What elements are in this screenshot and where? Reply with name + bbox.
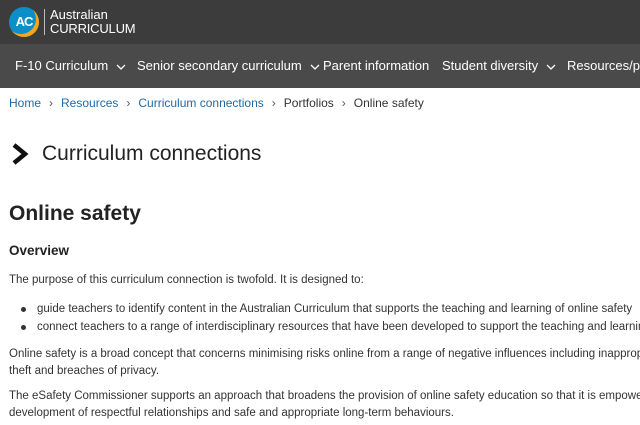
breadcrumb-portfolios: Portfolios [283,96,334,110]
chevron-down-icon [546,63,556,71]
chevron-down-icon [310,63,320,71]
ac-logo-icon[interactable]: AC [9,7,39,37]
nav-item-label: Senior secondary curriculum [137,58,302,73]
intro-paragraph: The purpose of this curriculum connectio… [9,274,364,286]
logo-wordmark-line2[interactable]: CURRICULUM [50,22,136,36]
list-item: guide teachers to identify content in th… [9,300,640,318]
breadcrumb-resources[interactable]: Resources [61,96,118,110]
breadcrumb-curriculum-connections[interactable]: Curriculum connections [138,96,263,110]
nav-item-student-diversity[interactable]: Student diversity [442,44,556,88]
breadcrumb-separator: › [126,96,131,110]
paragraph-line: The eSafety Commissioner supports an app… [9,390,640,402]
site-header: AC Australian CURRICULUM [0,0,640,44]
paragraph-line: development of respectful relationships … [9,407,454,419]
chevron-right-icon [10,142,30,166]
breadcrumb-separator: › [341,96,346,110]
breadcrumb-separator: › [49,96,54,110]
logo-divider [44,9,45,35]
nav-item-label: Student diversity [442,58,539,73]
breadcrumb-separator: › [271,96,276,110]
breadcrumb-home[interactable]: Home [9,96,41,110]
list-item: connect teachers to a range of interdisc… [9,318,640,336]
nav-item-label: Parent information [323,58,430,73]
main-nav: F-10 Curriculum Senior secondary curricu… [0,44,640,88]
paragraph-line: Online safety is a broad concept that co… [9,348,640,360]
logo-wordmark-line1[interactable]: Australian [50,8,108,22]
nav-item-resources[interactable]: Resources/pul [567,44,640,88]
nav-item-label: F-10 Curriculum [15,58,109,73]
nav-item-label: Resources/pul [567,58,640,73]
nav-item-parent-information[interactable]: Parent information [323,44,429,88]
chevron-down-icon [116,63,126,71]
overview-heading: Overview [9,243,70,258]
nav-item-f10-curriculum[interactable]: F-10 Curriculum [15,44,126,88]
breadcrumb: Home › Resources › Curriculum connections › Po… [9,95,424,111]
logo-badge-text: AC [15,14,34,29]
paragraph-line: theft and breaches of privacy. [9,365,160,377]
purpose-list: guide teachers to identify content in th… [9,300,640,336]
page-title: Online safety [9,202,141,225]
section-title: Curriculum connections [42,142,262,165]
nav-item-senior-secondary[interactable]: Senior secondary curriculum [137,44,320,88]
breadcrumb-current-page: Online safety [353,96,424,110]
